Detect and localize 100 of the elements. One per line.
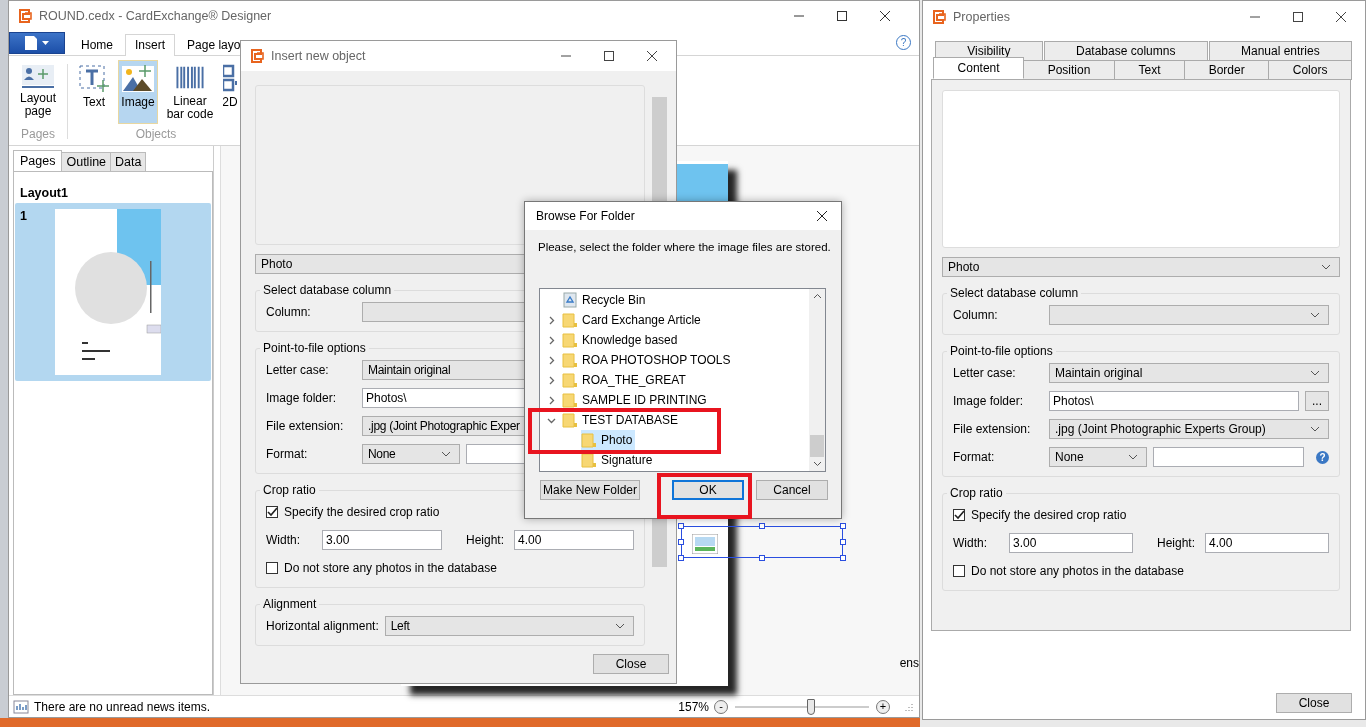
document-icon <box>22 35 52 51</box>
ribbon-button[interactable]: Image <box>118 60 158 124</box>
window-title: Insert new object <box>271 49 366 63</box>
chevron-down-icon <box>1321 264 1331 270</box>
ribbon-tab[interactable]: Insert <box>125 34 176 56</box>
close-icon[interactable] <box>646 50 658 62</box>
input-field[interactable]: 3.00 <box>322 530 442 550</box>
ribbon-button[interactable]: 2D <box>222 60 238 124</box>
panel-tab[interactable]: Data <box>110 152 147 172</box>
scroll-up-icon[interactable] <box>812 293 822 299</box>
close-button[interactable]: Close <box>1276 693 1352 713</box>
input-field[interactable]: Photos\ <box>1049 391 1299 411</box>
field-label: Image folder: <box>266 391 338 405</box>
scrollbar[interactable] <box>809 289 825 471</box>
group-title: Alignment <box>262 597 318 611</box>
input-field[interactable] <box>1153 447 1304 467</box>
ribbon-group-label: Pages <box>21 127 55 141</box>
resize-handle[interactable] <box>678 555 684 561</box>
close-icon[interactable] <box>816 210 828 222</box>
ribbon-tab[interactable]: Home <box>71 34 123 55</box>
tab[interactable]: Database columns <box>1043 41 1208 61</box>
maximize-icon[interactable] <box>1292 11 1304 23</box>
field-label: Horizontal alignment: <box>266 619 379 633</box>
tab[interactable]: Content <box>933 57 1025 79</box>
ribbon-button[interactable]: Text <box>74 60 114 124</box>
zoom-out-button[interactable]: - <box>714 699 728 714</box>
panel-tab[interactable]: Outline <box>61 152 112 172</box>
status-text: There are no unread news items. <box>34 699 211 714</box>
window-title: ROUND.cedx - CardExchange® Designer <box>39 9 272 23</box>
close-icon[interactable] <box>879 10 891 22</box>
tree-item[interactable]: Recycle Bin <box>562 290 649 310</box>
maximize-icon[interactable] <box>603 50 615 62</box>
source-dropdown[interactable]: Photo <box>942 257 1340 277</box>
dropdown[interactable]: None <box>362 444 460 464</box>
folder-icon <box>562 412 578 428</box>
tree-item[interactable]: Card Exchange Article <box>562 310 704 330</box>
ribbon-tab[interactable]: Page layo <box>177 34 251 55</box>
checkbox[interactable]: Do not store any photos in the database <box>266 561 497 575</box>
chevron-down-icon <box>1310 312 1320 318</box>
slider-thumb[interactable] <box>807 698 816 715</box>
resize-handle[interactable] <box>678 539 684 545</box>
resize-handle[interactable] <box>759 555 765 561</box>
resize-handle[interactable] <box>840 555 846 561</box>
close-button[interactable]: Close <box>593 654 669 674</box>
help-icon[interactable]: ? <box>1316 450 1329 464</box>
folder-icon <box>562 332 578 348</box>
app-logo-icon <box>931 9 947 25</box>
folder-icon <box>581 452 597 468</box>
dropdown[interactable]: Left <box>384 616 634 636</box>
checkbox[interactable]: Do not store any photos in the database <box>953 564 1184 578</box>
qr-code-icon <box>223 63 237 93</box>
chevron-down-icon <box>1128 454 1138 460</box>
dialog-button[interactable]: Cancel <box>756 480 828 500</box>
input-field[interactable]: 3.00 <box>1009 533 1133 553</box>
tab[interactable]: Border <box>1184 60 1270 80</box>
dialog-button[interactable]: OK <box>672 480 744 500</box>
resize-handle[interactable] <box>759 523 765 529</box>
tree-item[interactable]: Knowledge based <box>562 330 681 350</box>
resize-handle[interactable] <box>840 539 846 545</box>
checkbox[interactable]: Specify the desired crop ratio <box>953 508 1127 522</box>
app-logo-icon <box>249 48 265 64</box>
close-icon[interactable] <box>1335 11 1347 23</box>
text-frame-icon <box>77 63 111 93</box>
ribbon-button[interactable]: Linear bar code <box>162 60 218 124</box>
app-logo-icon <box>17 8 33 24</box>
resize-handle[interactable] <box>840 523 846 529</box>
tab[interactable]: Text <box>1113 60 1186 80</box>
field-label: Height: <box>466 533 504 547</box>
input-field[interactable]: 4.00 <box>514 530 634 550</box>
tab[interactable]: Colors <box>1268 60 1352 80</box>
resize-handle[interactable] <box>678 523 684 529</box>
zoom-in-button[interactable]: + <box>876 699 890 714</box>
panel-tab[interactable]: Pages <box>13 150 63 172</box>
field-label: File extension: <box>266 419 345 433</box>
field-label: Image folder: <box>953 394 1025 408</box>
field-label: Width: <box>266 533 301 547</box>
checkbox[interactable]: Specify the desired crop ratio <box>266 505 440 519</box>
browse-button[interactable]: ... <box>1305 391 1329 411</box>
dropdown[interactable]: None <box>1049 447 1147 467</box>
input-field[interactable]: 4.00 <box>1205 533 1329 553</box>
tree-item[interactable]: Signature <box>581 450 656 470</box>
ribbon-group-label: Objects <box>135 127 177 141</box>
file-menu-button[interactable] <box>9 32 65 54</box>
tab[interactable]: Manual entries <box>1208 41 1352 61</box>
page-number: 1 <box>20 209 27 225</box>
selection-frame[interactable] <box>681 526 843 558</box>
scroll-thumb[interactable] <box>810 435 824 457</box>
ribbon-button[interactable]: Layout page <box>15 60 61 124</box>
tree-item[interactable]: Photo <box>581 430 636 450</box>
recycle-bin-icon <box>562 292 578 308</box>
dropdown[interactable]: .jpg (Joint Photographic Experts Group) <box>1049 419 1329 439</box>
group-title: Select database column <box>949 286 1080 300</box>
layout-page-icon <box>21 63 55 89</box>
page-thumbnail[interactable]: 1 <box>15 203 211 381</box>
dropdown[interactable]: Maintain original <box>1049 363 1329 383</box>
tab[interactable]: Position <box>1023 60 1115 80</box>
field-label: Width: <box>953 536 988 550</box>
maximize-icon[interactable] <box>836 10 848 22</box>
dialog-button[interactable]: Make New Folder <box>540 480 640 500</box>
scroll-down-icon[interactable] <box>812 461 822 467</box>
